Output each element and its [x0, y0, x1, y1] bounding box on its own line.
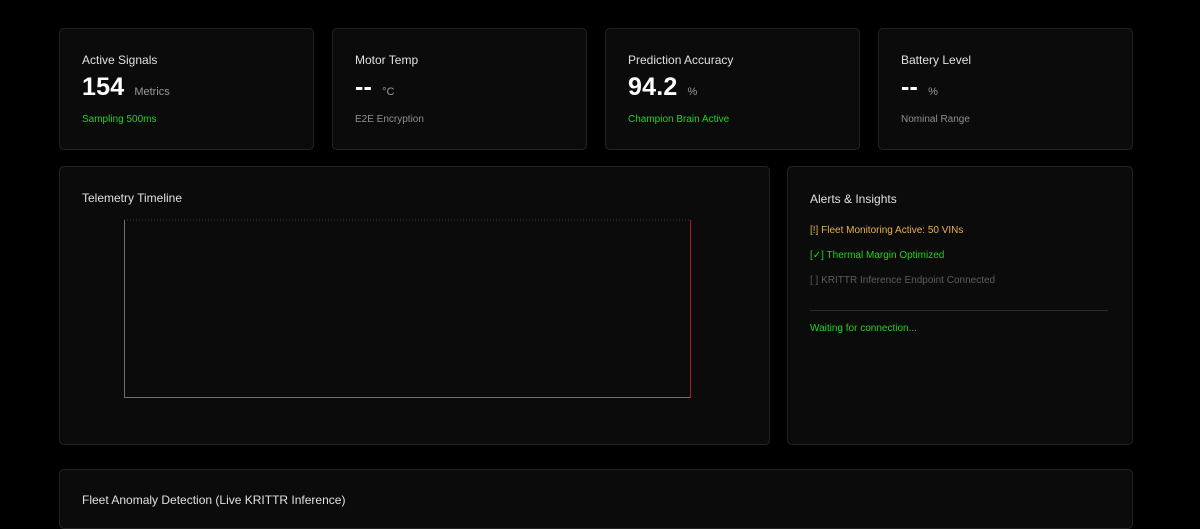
stat-card-prediction-accuracy: Prediction Accuracy 94.2 % Champion Brai… [605, 28, 860, 150]
divider [810, 310, 1108, 311]
connection-status: Waiting for connection... [810, 323, 917, 334]
stat-unit: % [928, 86, 938, 98]
stat-unit: Metrics [134, 86, 170, 98]
stat-card-battery-level: Battery Level -- % Nominal Range [878, 28, 1133, 150]
panel-title: Fleet Anomaly Detection (Live KRITTR Inf… [82, 493, 346, 507]
stat-value: 94.2 [628, 73, 678, 101]
stat-value: -- [355, 73, 373, 101]
alert-fleet-monitoring: [!] Fleet Monitoring Active: 50 VINs [810, 225, 964, 236]
panel-title: Alerts & Insights [810, 192, 897, 206]
stat-card-motor-temp: Motor Temp -- °C E2E Encryption [332, 28, 587, 150]
stat-value: -- [901, 73, 919, 101]
alert-inference-endpoint: [ ] KRITTR Inference Endpoint Connected [810, 275, 996, 286]
stat-value-row: -- % [901, 73, 938, 102]
stat-unit: °C [382, 86, 395, 98]
stat-label: Active Signals [82, 53, 158, 67]
stat-value: 154 [82, 73, 125, 101]
fleet-anomaly-panel: Fleet Anomaly Detection (Live KRITTR Inf… [59, 469, 1133, 529]
stat-unit: % [687, 86, 698, 98]
stat-subtext: Nominal Range [901, 114, 970, 125]
telemetry-chart [124, 219, 691, 398]
alert-thermal-margin: [✓] Thermal Margin Optimized [810, 250, 945, 261]
stat-label: Battery Level [901, 53, 972, 67]
stat-card-active-signals: Active Signals 154 Metrics Sampling 500m… [59, 28, 314, 150]
stat-value-row: 94.2 % [628, 73, 697, 102]
stat-subtext: E2E Encryption [355, 114, 424, 125]
stat-label: Prediction Accuracy [628, 53, 734, 67]
stat-label: Motor Temp [355, 53, 419, 67]
stat-subtext: Sampling 500ms [82, 114, 157, 125]
telemetry-timeline-panel: Telemetry Timeline [59, 166, 770, 445]
stat-value-row: -- °C [355, 73, 394, 102]
alerts-insights-panel: Alerts & Insights [!] Fleet Monitoring A… [787, 166, 1133, 445]
stat-value-row: 154 Metrics [82, 73, 170, 102]
stat-subtext: Champion Brain Active [628, 114, 730, 125]
